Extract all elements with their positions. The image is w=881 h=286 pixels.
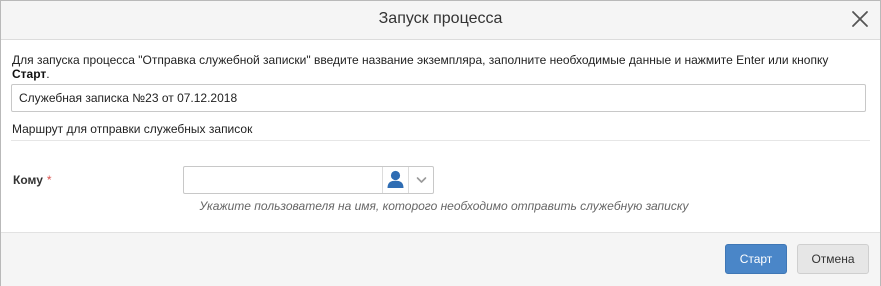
start-button[interactable]: Старт xyxy=(725,244,787,274)
intro-start-keyword: Старт xyxy=(12,67,47,81)
instance-name-input[interactable] xyxy=(11,84,866,112)
recipient-hint: Укажите пользователя на имя, которого не… xyxy=(199,199,689,213)
intro-main-text: Для запуска процесса "Отправка служебной… xyxy=(12,53,829,67)
intro-end: . xyxy=(46,67,50,81)
dialog-footer: Старт Отмена xyxy=(1,232,880,286)
recipient-label-text: Кому xyxy=(13,173,43,187)
route-label: Маршрут для отправки служебных записок xyxy=(12,122,253,136)
start-process-dialog: Запуск процесса Для запуска процесса "От… xyxy=(0,0,881,286)
recipient-label: Кому * xyxy=(13,173,52,187)
chevron-down-icon[interactable] xyxy=(408,167,434,193)
recipient-picker xyxy=(183,166,434,194)
user-icon[interactable] xyxy=(382,167,408,193)
close-icon[interactable] xyxy=(848,7,872,31)
dialog-title: Запуск процесса xyxy=(378,10,503,27)
dialog-header: Запуск процесса xyxy=(1,1,880,40)
section-divider xyxy=(11,140,870,141)
intro-text: Для запуска процесса "Отправка служебной… xyxy=(12,53,862,81)
recipient-input[interactable] xyxy=(184,167,380,193)
cancel-button[interactable]: Отмена xyxy=(797,244,869,274)
required-marker: * xyxy=(46,173,52,187)
